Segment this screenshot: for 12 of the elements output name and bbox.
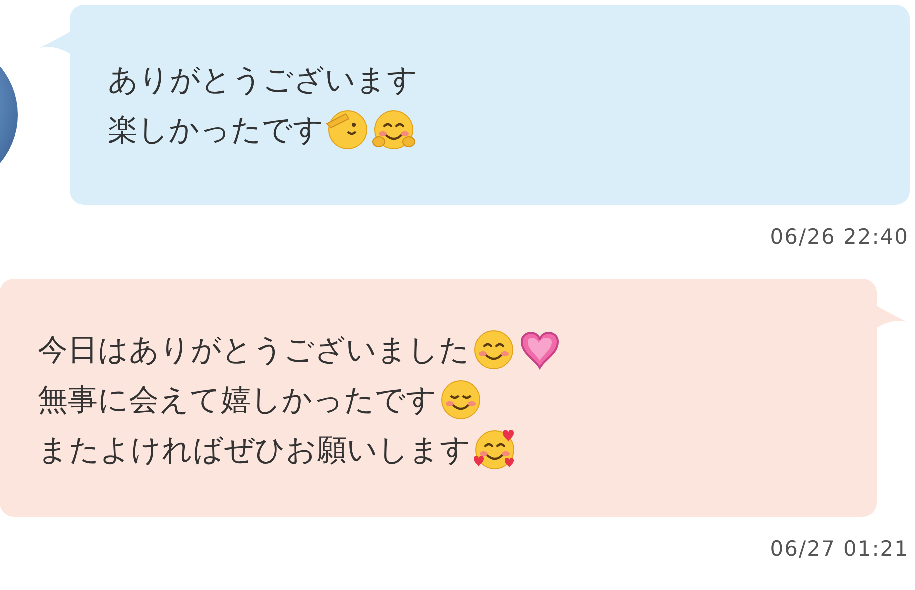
message-time: 06/26 22:40 [770, 225, 909, 249]
message-text: 楽しかったです [108, 112, 324, 150]
hugging-face-icon [372, 108, 416, 152]
message-time: 06/27 01:21 [770, 537, 909, 561]
message-text: またよければぜひお願いします [38, 432, 471, 470]
message-text: 無事に会えて嬉しかったです [38, 382, 437, 420]
message-text: 今日はありがとうございました [38, 332, 470, 370]
smiling-face-icon [472, 328, 516, 372]
face-with-hearts-icon [473, 428, 517, 472]
blushing-face-icon [439, 378, 483, 422]
saluting-face-icon [326, 108, 370, 152]
message-text: ありがとうございます [108, 62, 418, 100]
